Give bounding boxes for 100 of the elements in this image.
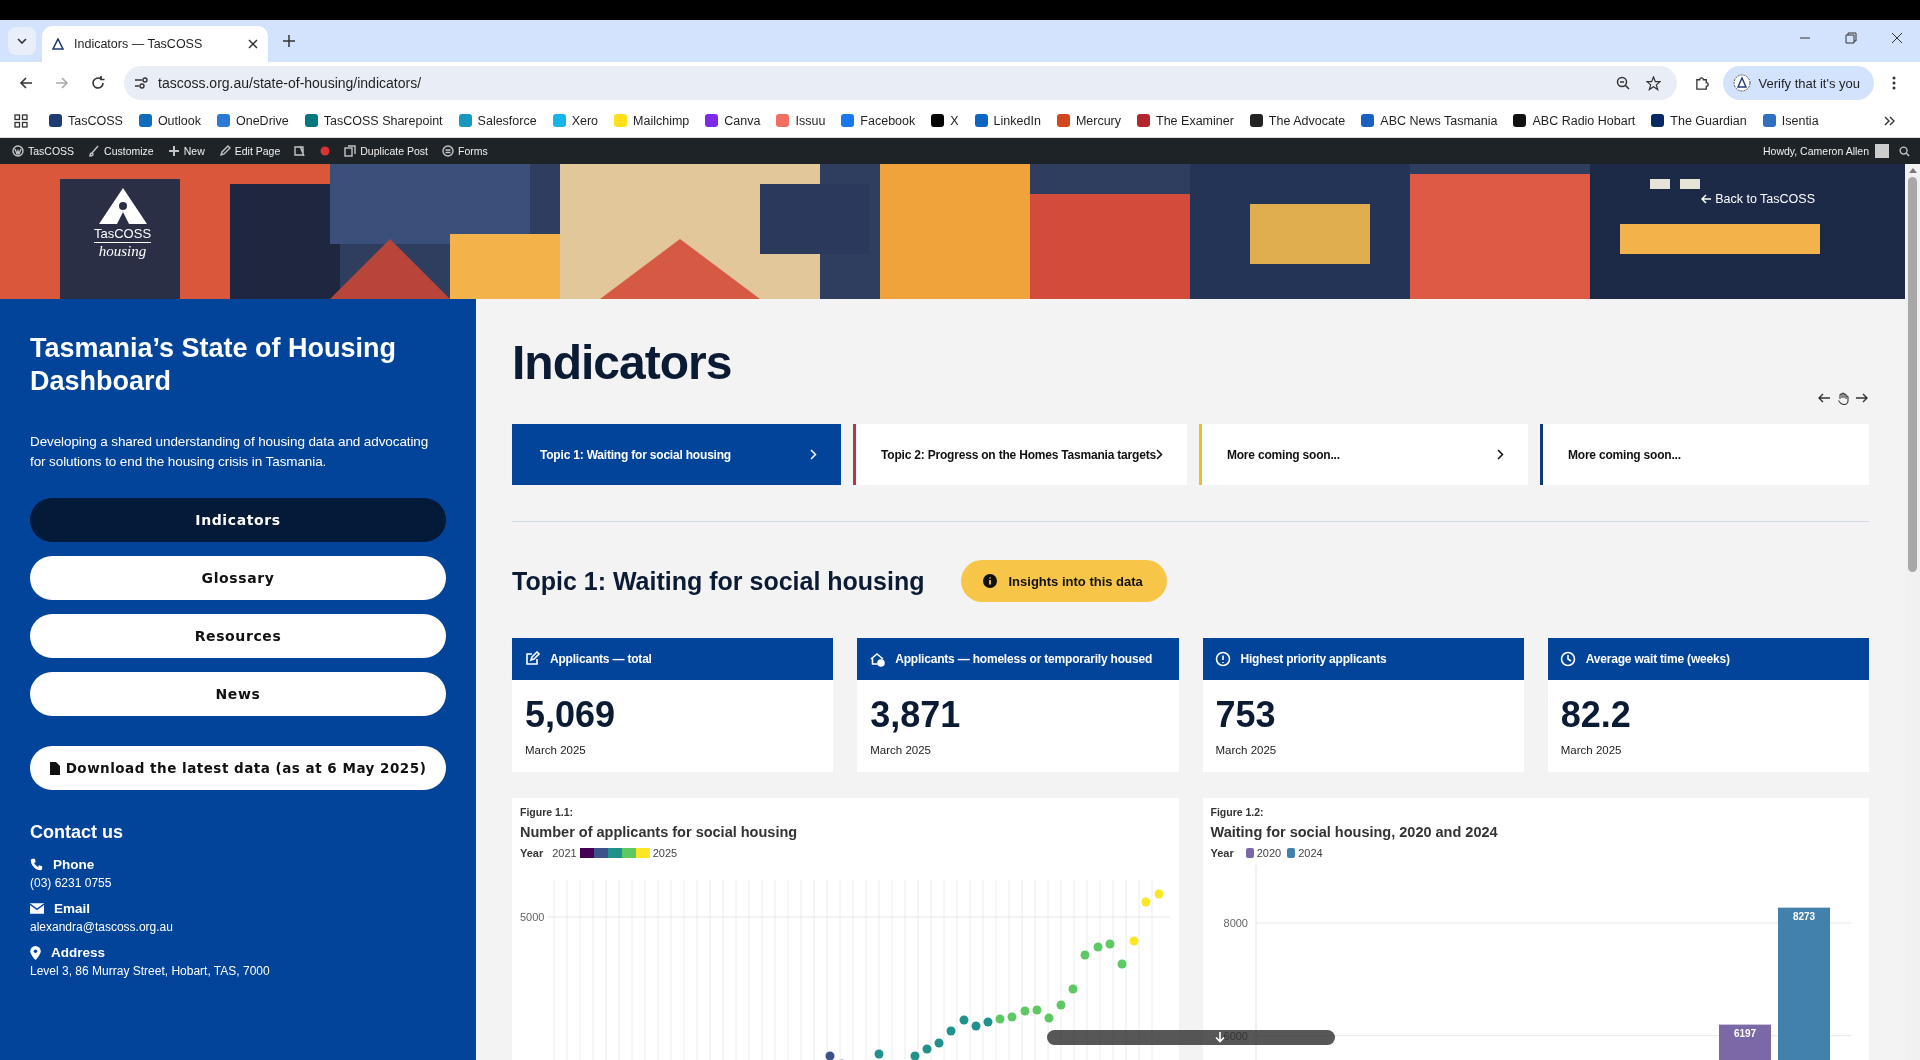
bookmark-item[interactable]: Mailchimp bbox=[607, 110, 697, 131]
forward-arrow-icon bbox=[55, 76, 69, 90]
bookmark-item[interactable]: OneDrive bbox=[210, 110, 296, 131]
legend-label: 2024 bbox=[1298, 847, 1323, 859]
contact-value: Level 3, 86 Murray Street, Hobart, TAS, 7000 bbox=[30, 964, 271, 978]
tab-search-button[interactable] bbox=[8, 27, 36, 55]
bookmark-item[interactable]: Salesforce bbox=[451, 110, 544, 131]
phone-icon bbox=[30, 858, 43, 871]
favicon-icon bbox=[1762, 114, 1776, 127]
contact-value: alexandra@tascoss.org.au bbox=[30, 920, 174, 934]
data-point bbox=[1129, 936, 1139, 946]
hand-icon[interactable] bbox=[1837, 392, 1849, 405]
bookmark-item[interactable]: Xero bbox=[545, 110, 606, 131]
favicon-icon bbox=[1651, 114, 1665, 127]
puzzle-icon bbox=[1695, 75, 1710, 91]
admin-bar-item[interactable]: Customize bbox=[82, 138, 160, 164]
admin-bar-item[interactable]: Duplicate Post bbox=[338, 138, 434, 164]
new-tab-icon[interactable] bbox=[282, 34, 296, 48]
favicon-icon bbox=[49, 114, 62, 127]
topic-tab[interactable]: Topic 1: Waiting for social housing bbox=[512, 424, 842, 485]
bookmark-item[interactable]: Issuu bbox=[769, 110, 833, 131]
arrow-right-icon[interactable] bbox=[1855, 392, 1869, 404]
arrow-left-icon[interactable] bbox=[1817, 392, 1831, 404]
legend-title: Year bbox=[520, 847, 544, 859]
contact-label: Address bbox=[51, 945, 106, 960]
data-point bbox=[1093, 942, 1103, 952]
logo-text: TasCOSS bbox=[94, 226, 152, 243]
data-point bbox=[1141, 897, 1151, 907]
bookmark-item[interactable]: The Advocate bbox=[1242, 110, 1353, 131]
document-icon bbox=[49, 761, 60, 775]
address-bar[interactable]: tascoss.org.au/state-of-housing/indicators/ bbox=[124, 66, 1677, 100]
url-text: tascoss.org.au/state-of-housing/indicators/ bbox=[158, 75, 423, 91]
clock-icon bbox=[1559, 651, 1576, 667]
favicon-icon bbox=[614, 114, 628, 127]
y-axis-label: 5000 bbox=[520, 911, 545, 923]
star-icon[interactable] bbox=[1645, 75, 1661, 91]
bookmark-item[interactable]: LinkedIn bbox=[967, 110, 1048, 131]
admin-bar-item[interactable]: Forms bbox=[436, 138, 494, 164]
nav-button[interactable]: Glossary bbox=[30, 556, 446, 600]
nav-button[interactable]: News bbox=[30, 672, 446, 716]
apps-grid-icon[interactable] bbox=[14, 113, 28, 128]
menu-icon bbox=[1892, 76, 1896, 90]
house-icon bbox=[869, 651, 886, 667]
status-dot-icon bbox=[320, 146, 331, 156]
bookmark-item[interactable]: Facebook bbox=[834, 110, 923, 131]
nav-button[interactable]: Indicators bbox=[30, 498, 446, 542]
bookmark-item[interactable]: TasCOSS bbox=[42, 110, 130, 131]
favicon-icon bbox=[1513, 114, 1527, 127]
topic-tab[interactable]: Topic 2: Progress on the Homes Tasmania targets bbox=[853, 424, 1187, 485]
favicon-icon bbox=[1137, 114, 1151, 127]
data-point bbox=[1154, 889, 1164, 899]
figure-number: Figure 1.2: bbox=[1210, 806, 1265, 818]
favicon-icon bbox=[776, 114, 790, 127]
scroll-indicator[interactable] bbox=[1047, 1030, 1335, 1045]
bookmark-item[interactable]: ABC News Tasmania bbox=[1354, 110, 1505, 131]
data-point bbox=[995, 1014, 1005, 1024]
bookmark-item[interactable]: ABC Radio Hobart bbox=[1506, 110, 1643, 131]
topic-tab[interactable]: More coming soon... bbox=[1539, 424, 1869, 485]
data-point bbox=[1117, 959, 1127, 969]
data-point bbox=[959, 1015, 969, 1025]
bookmark-item[interactable]: TasCOSS Sharepoint bbox=[297, 110, 450, 131]
bookmark-item[interactable]: The Guardian bbox=[1644, 110, 1754, 131]
bookmark-item[interactable]: The Examiner bbox=[1130, 110, 1241, 131]
figure-number: Figure 1.1: bbox=[520, 806, 575, 818]
back-link[interactable]: Back to TasCOSS bbox=[1701, 192, 1815, 206]
nav-button[interactable]: Resources bbox=[30, 614, 446, 658]
scroll-up-icon[interactable] bbox=[1908, 168, 1917, 173]
stat-date: March 2025 bbox=[1215, 744, 1278, 756]
profile-button[interactable]: Verify that it's you bbox=[1722, 66, 1874, 100]
zoom-icon[interactable] bbox=[1615, 76, 1630, 90]
stat-label: Average wait time (weeks) bbox=[1585, 652, 1730, 666]
section-title: Topic 1: Waiting for social housing bbox=[512, 566, 925, 596]
admin-bar-item[interactable]: Edit Page bbox=[212, 138, 287, 164]
data-point bbox=[1007, 1012, 1017, 1022]
admin-bar-item[interactable]: New bbox=[161, 138, 211, 164]
figure-title: Waiting for social housing, 2020 and 2024 bbox=[1210, 824, 1499, 840]
download-button[interactable]: Download the latest data (as at 6 May 2025) bbox=[30, 746, 446, 790]
data-point bbox=[934, 1038, 944, 1048]
user-greeting[interactable]: Howdy, Cameron Allen bbox=[1762, 145, 1869, 157]
search-icon[interactable] bbox=[1899, 145, 1910, 157]
close-icon[interactable] bbox=[248, 39, 258, 49]
favicon-icon bbox=[1249, 114, 1263, 127]
chevron-down-icon bbox=[17, 38, 27, 44]
admin-bar-item[interactable]: TasCOSS bbox=[6, 138, 81, 164]
stat-value: 753 bbox=[1215, 694, 1277, 736]
scrollbar-thumb[interactable] bbox=[1908, 177, 1917, 572]
browser-tab[interactable]: Indicators — TasCOSS bbox=[42, 26, 268, 62]
page-title: Indicators bbox=[512, 335, 733, 390]
topic-tab[interactable]: More coming soon... bbox=[1198, 424, 1528, 485]
favicon-icon bbox=[931, 114, 945, 127]
bookmark-item[interactable]: Canva bbox=[698, 110, 768, 131]
bookmark-item[interactable]: Isentia bbox=[1755, 110, 1826, 131]
legend-title: Year bbox=[1210, 847, 1234, 859]
bookmark-item[interactable]: Mercury bbox=[1049, 110, 1129, 131]
insights-button[interactable]: Insights into this data bbox=[960, 560, 1167, 602]
forms-icon bbox=[442, 145, 454, 157]
bookmark-item[interactable]: Outlook bbox=[131, 110, 208, 131]
bookmark-item[interactable]: X bbox=[924, 110, 966, 131]
chevron-double-right-icon[interactable] bbox=[1884, 115, 1896, 126]
data-point bbox=[874, 1049, 884, 1059]
